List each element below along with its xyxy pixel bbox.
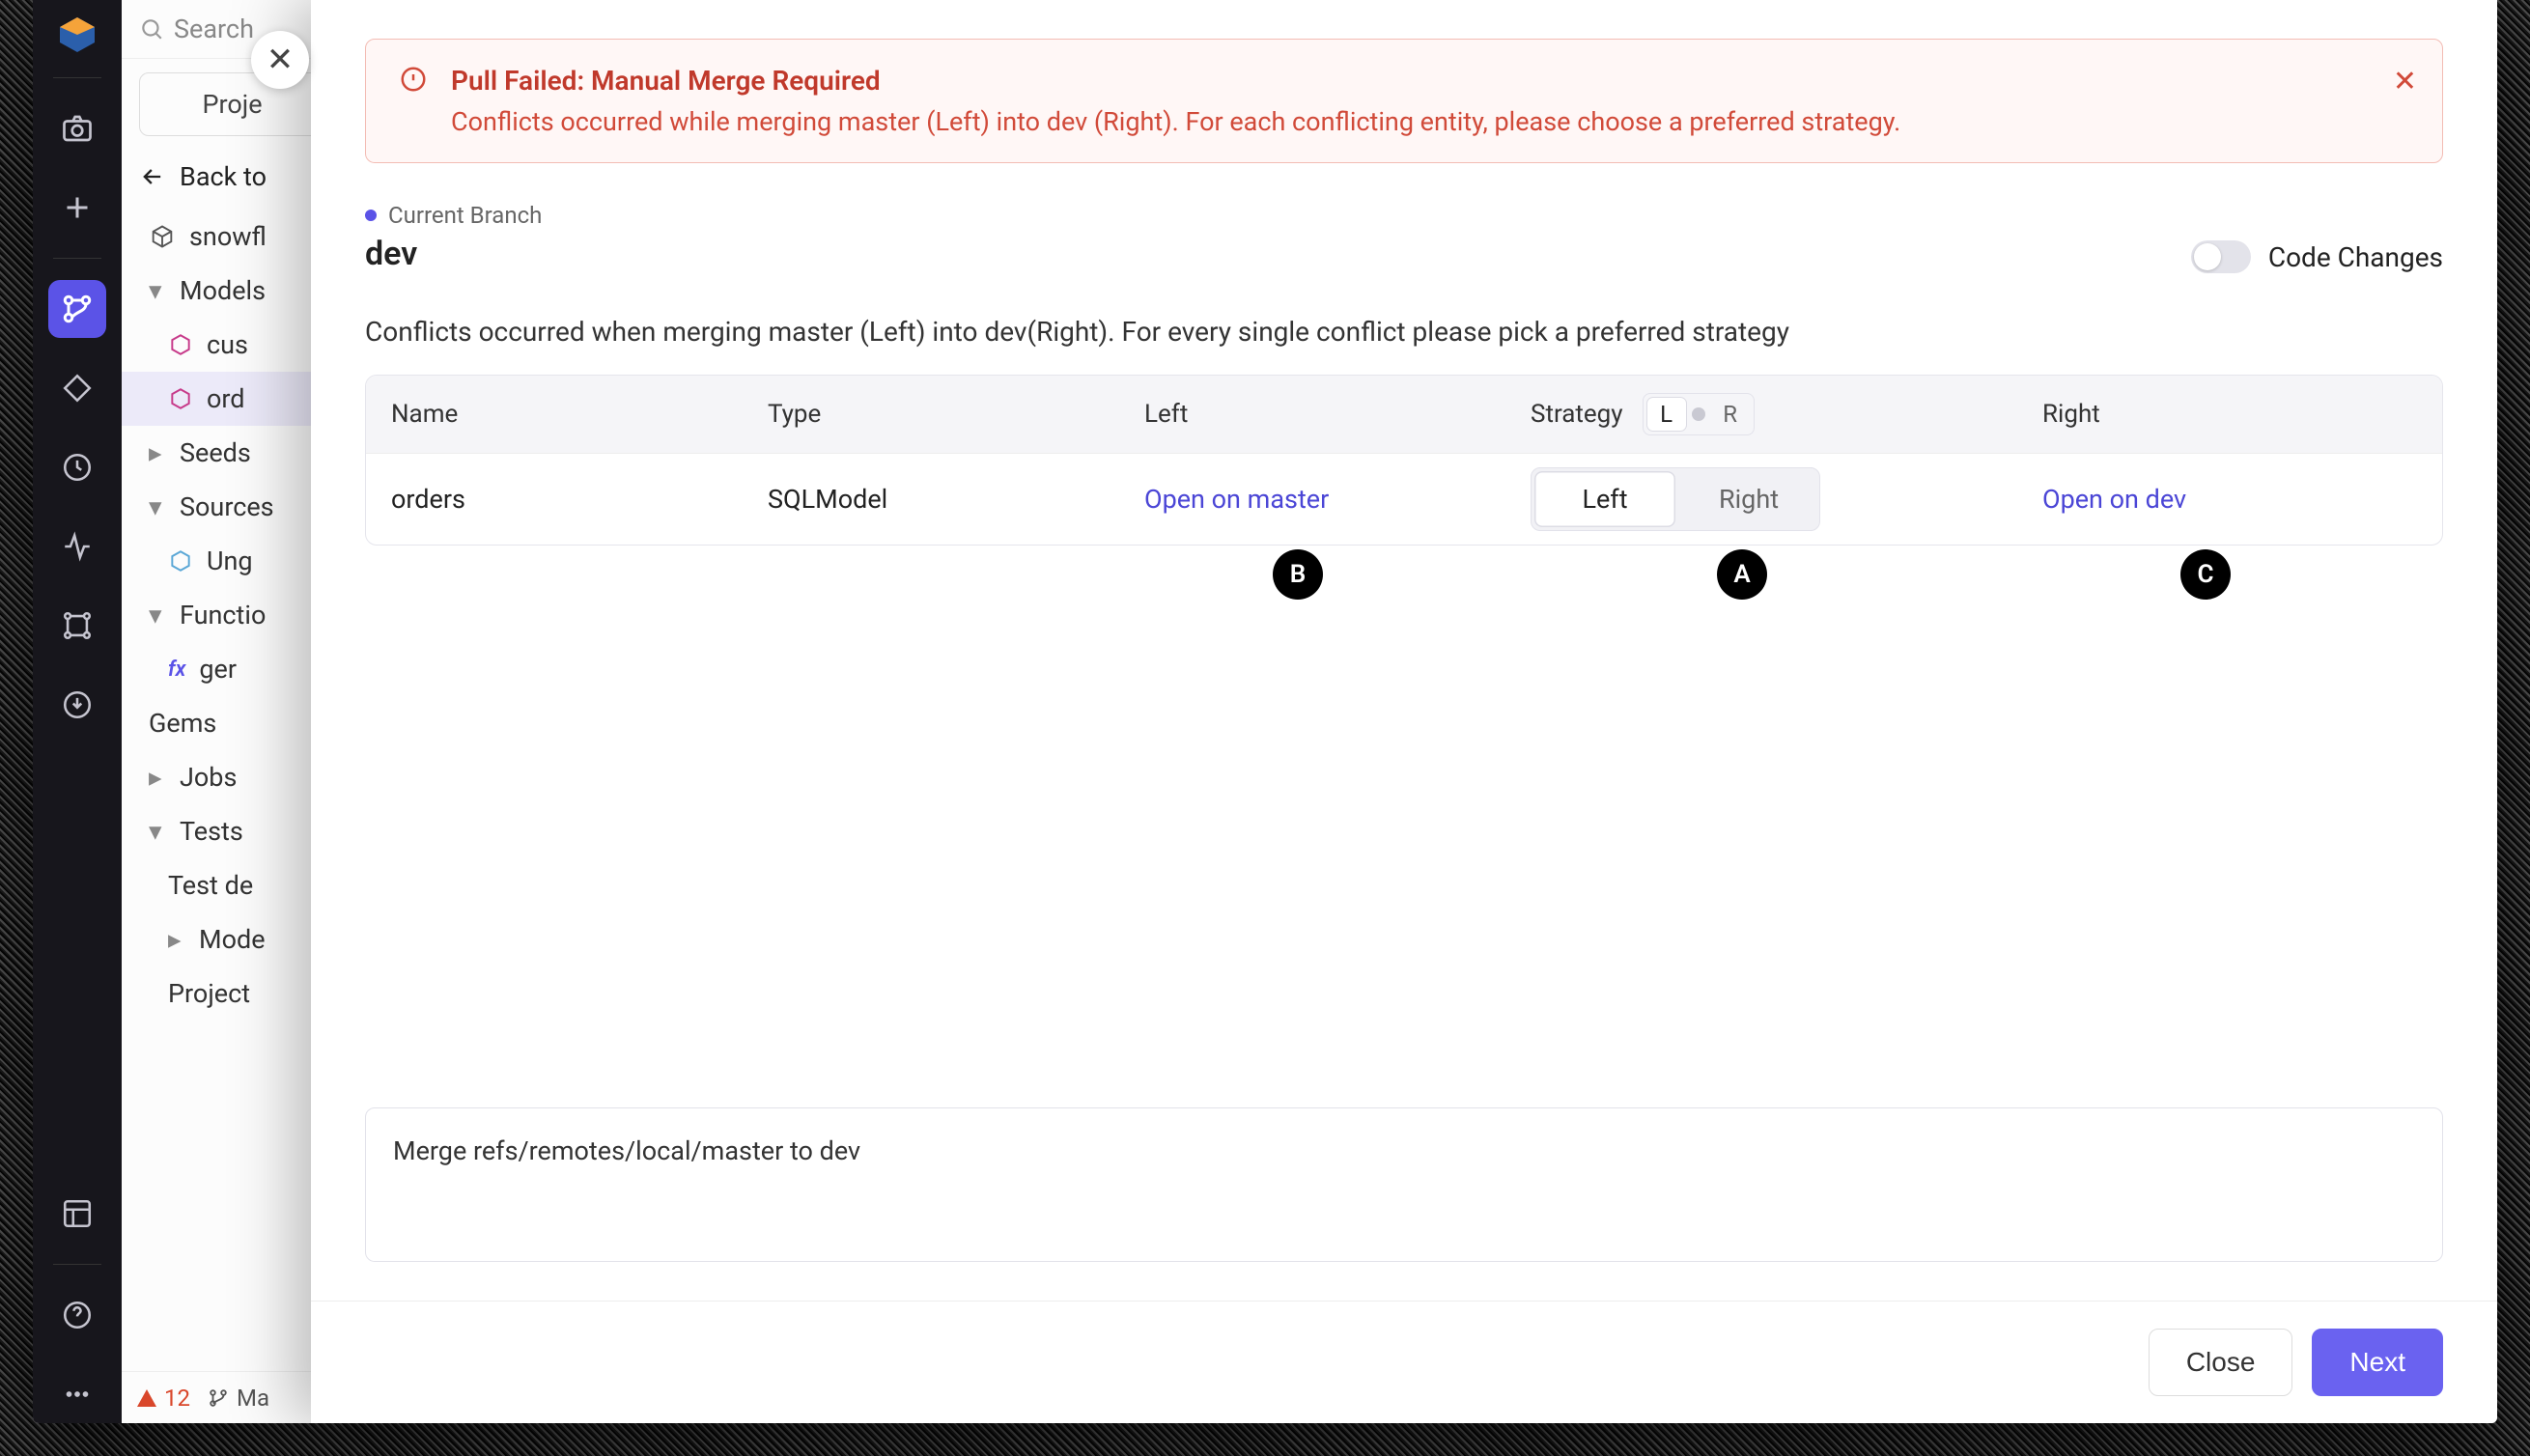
annotation-c: C — [2180, 549, 2231, 600]
master-dot-icon — [1692, 407, 1705, 421]
row-name: orders — [391, 484, 768, 515]
table-row: orders SQLModel Open on master Left Righ… — [366, 453, 2442, 545]
download-icon[interactable] — [48, 676, 106, 734]
code-changes-toggle[interactable]: Code Changes — [2191, 240, 2443, 273]
col-type: Type — [768, 400, 1144, 429]
arrow-left-icon — [139, 163, 166, 190]
search-icon — [139, 16, 164, 42]
footer-branch[interactable]: Ma — [208, 1385, 269, 1412]
commit-message-input[interactable] — [365, 1107, 2443, 1262]
annotation-row: B A C — [365, 549, 2443, 607]
merge-conflict-modal: ✕ Pull Failed: Manual Merge Required Con… — [311, 0, 2497, 1423]
tree-tests[interactable]: ▾Tests — [122, 804, 343, 858]
rail-divider — [53, 1264, 101, 1265]
annotation-a: A — [1717, 549, 1767, 600]
col-strategy: Strategy — [1531, 400, 1623, 429]
warning-icon — [135, 1386, 158, 1410]
chevron-right-icon: ▸ — [149, 437, 166, 468]
tree-root[interactable]: snowfl — [122, 210, 343, 264]
git-branch-icon — [208, 1387, 229, 1409]
warning-count[interactable]: 12 — [135, 1385, 190, 1412]
clock-icon[interactable] — [48, 438, 106, 496]
tree-function-ger[interactable]: fx ger — [122, 642, 343, 696]
tree-functions[interactable]: ▾Functio — [122, 588, 343, 642]
alert-dismiss-button[interactable]: ✕ — [2393, 65, 2417, 98]
hexagon-icon — [168, 386, 193, 411]
next-button[interactable]: Next — [2312, 1329, 2443, 1396]
branch-dot-icon — [365, 210, 377, 221]
col-left: Left — [1144, 400, 1531, 429]
tree-jobs[interactable]: ▸Jobs — [122, 750, 343, 804]
activity-icon[interactable] — [48, 518, 106, 575]
alert-title: Pull Failed: Manual Merge Required — [451, 65, 1900, 97]
back-row[interactable]: Back to — [122, 144, 343, 210]
strategy-left-option[interactable]: Left — [1534, 471, 1675, 527]
tree-gems[interactable]: Gems — [122, 696, 343, 750]
master-R[interactable]: R — [1711, 398, 1750, 431]
tree-project[interactable]: Project — [122, 966, 343, 1021]
search-placeholder: Search — [174, 14, 254, 44]
error-alert: Pull Failed: Manual Merge Required Confl… — [365, 39, 2443, 163]
app-shell: Search Proje Back to snowfl ▾Models cus … — [33, 0, 2497, 1423]
alert-description: Conflicts occurred while merging master … — [451, 106, 1900, 137]
chevron-down-icon: ▾ — [149, 491, 166, 522]
tree-seeds[interactable]: ▸Seeds — [122, 426, 343, 480]
tree-sources[interactable]: ▾Sources — [122, 480, 343, 534]
col-right: Right — [2042, 400, 2417, 429]
row-type: SQLModel — [768, 484, 1144, 515]
chevron-right-icon: ▸ — [149, 762, 166, 793]
rail-divider — [53, 258, 101, 259]
more-icon[interactable] — [48, 1365, 106, 1423]
cube-icon — [149, 223, 176, 250]
strategy-right-option[interactable]: Right — [1678, 468, 1819, 530]
conflict-table: Name Type Left Strategy L R Right order — [365, 375, 2443, 546]
tree-models[interactable]: ▾Models — [122, 264, 343, 318]
tree-footer: 12 Ma — [122, 1371, 343, 1423]
code-changes-label: Code Changes — [2268, 241, 2443, 273]
chevron-down-icon: ▾ — [149, 600, 166, 630]
col-name: Name — [391, 400, 768, 429]
tree-mode[interactable]: ▸Mode — [122, 912, 343, 966]
current-branch-label: Current Branch — [365, 202, 542, 229]
back-label: Back to — [180, 161, 267, 192]
modal-close-button[interactable]: ✕ — [251, 31, 309, 89]
close-button[interactable]: Close — [2149, 1329, 2293, 1396]
modal-footer: Close Next — [311, 1301, 2497, 1423]
chevron-down-icon: ▾ — [149, 816, 166, 847]
search-row[interactable]: Search — [122, 0, 343, 59]
open-on-dev-link[interactable]: Open on dev — [2042, 484, 2417, 515]
strategy-master-toggle[interactable]: L R — [1643, 393, 1755, 435]
branches-icon[interactable] — [48, 280, 106, 338]
toggle-switch[interactable] — [2191, 240, 2251, 273]
open-on-master-link[interactable]: Open on master — [1144, 484, 1531, 515]
table-header: Name Type Left Strategy L R Right — [366, 376, 2442, 453]
graph-icon[interactable] — [48, 597, 106, 655]
fx-icon: fx — [168, 658, 185, 682]
hexagon-icon — [168, 332, 193, 357]
error-icon — [399, 65, 428, 94]
diamond-icon[interactable] — [48, 359, 106, 417]
tree-source-ung[interactable]: Ung — [122, 534, 343, 588]
tree-test-de[interactable]: Test de — [122, 858, 343, 912]
left-rail — [33, 0, 122, 1423]
chevron-right-icon: ▸ — [168, 924, 185, 955]
help-icon[interactable] — [48, 1286, 106, 1344]
rail-divider — [53, 77, 101, 78]
conflict-subheading: Conflicts occurred when merging master (… — [365, 316, 2443, 348]
tree-model-cus[interactable]: cus — [122, 318, 343, 372]
plus-icon[interactable] — [48, 179, 106, 237]
row-strategy-toggle[interactable]: Left Right — [1531, 467, 1820, 531]
app-logo-icon — [56, 14, 98, 56]
chevron-down-icon: ▾ — [149, 275, 166, 306]
master-L[interactable]: L — [1647, 398, 1686, 431]
layout-icon[interactable] — [48, 1185, 106, 1243]
branch-name: dev — [365, 235, 542, 273]
hexagon-outline-icon — [168, 548, 193, 574]
annotation-b: B — [1273, 549, 1323, 600]
tree-model-ord[interactable]: ord — [122, 372, 343, 426]
camera-icon[interactable] — [48, 99, 106, 157]
